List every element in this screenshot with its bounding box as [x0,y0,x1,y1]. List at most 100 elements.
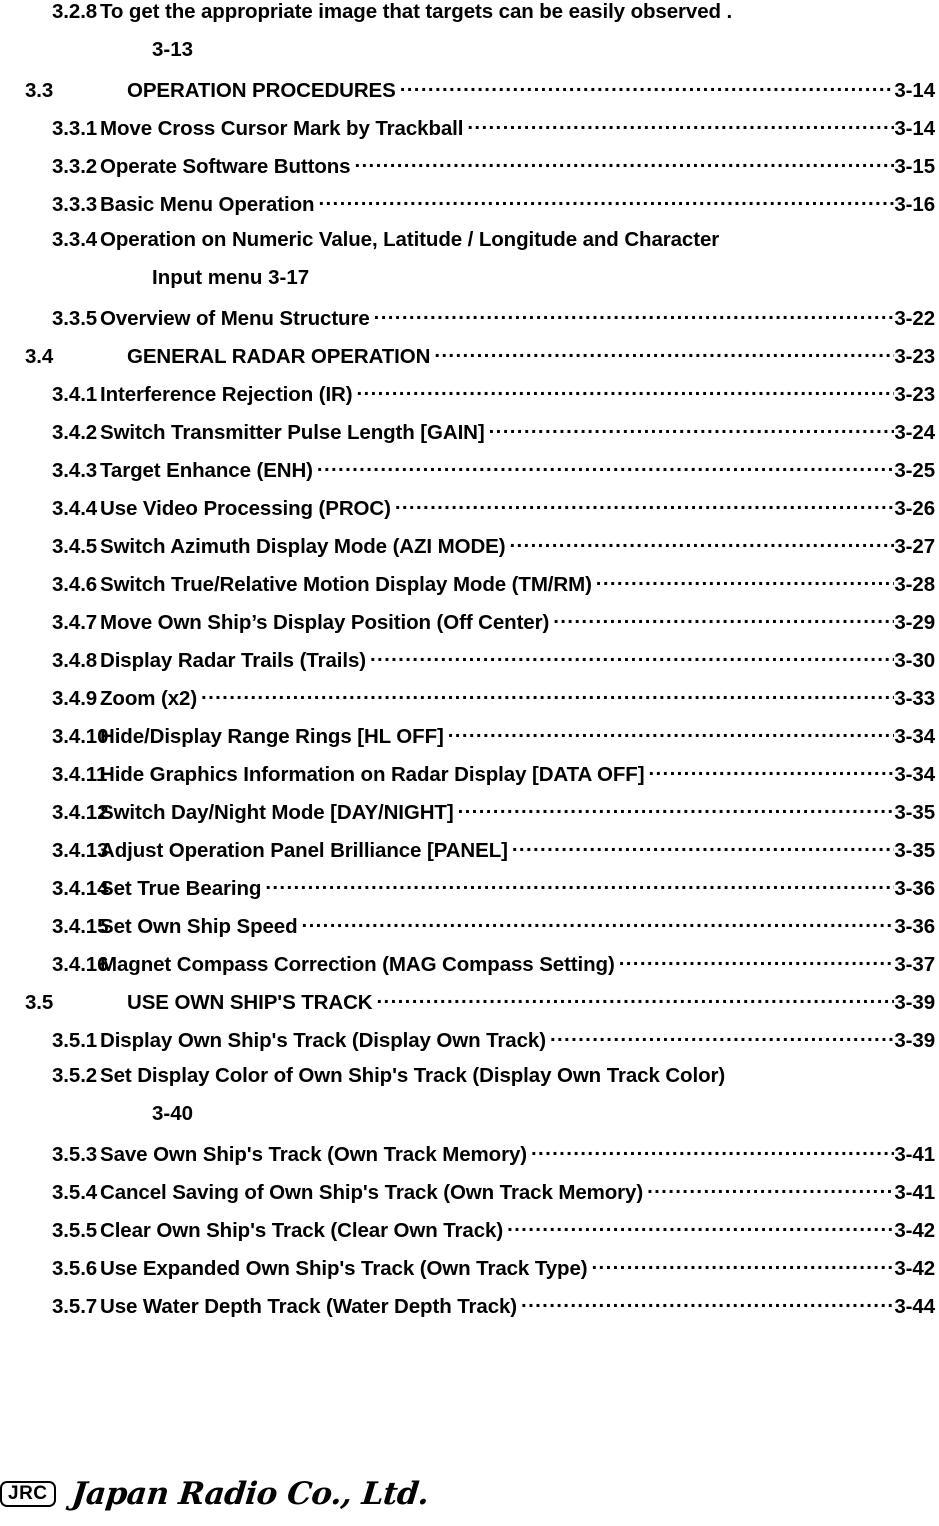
toc-entry-title: Clear Own Ship's Track (Clear Own Track) [100,1218,504,1242]
toc-entry-page-number: 3-15 [894,154,935,178]
toc-entry-number: 3.4.5 [52,534,98,558]
toc-entry-number: 3.4.10 [52,724,109,748]
toc-entry-number: 3.3.3 [52,192,98,216]
toc-entry[interactable]: 3.2.8 To get the appropriate image that t… [0,0,939,38]
toc-entry[interactable]: 3.4.4 Use Video Processing (PROC) .......… [0,494,939,532]
toc-entry-page-number: 3-28 [894,572,935,596]
toc-entry[interactable]: 3.4.2 Switch Transmitter Pulse Length [GA… [0,418,939,456]
toc-entry[interactable]: 3.4 GENERAL RADAR OPERATION .............… [0,342,939,380]
toc-entry-page-number: 3-41 [894,1142,935,1166]
toc-entry-page-number: 3-22 [894,306,935,330]
toc-entry[interactable]: 3.5 USE OWN SHIP'S TRACK ................… [0,988,939,1026]
toc-entry-page-number: 3-27 [894,534,935,558]
toc-entry[interactable]: 3.3 OPERATION PROCEDURES ................… [0,76,939,114]
toc-entry-number: 3.2.8 [52,0,98,23]
toc-entry-number: 3.4.12 [52,800,109,824]
toc-entry[interactable]: 3.5.7 Use Water Depth Track (Water Depth … [0,1292,939,1330]
toc-entry[interactable]: 3.5.1 Display Own Ship's Track (Display O… [0,1026,939,1064]
toc-entry-title: Basic Menu Operation [100,192,315,216]
toc-entry-page-number: 3-24 [894,420,935,444]
toc-entry-title: Set Display Color of Own Ship's Track (D… [100,1064,726,1087]
toc-entry-title: Set True Bearing [100,876,262,900]
toc-entry[interactable]: 3.4.1 Interference Rejection (IR) .......… [0,380,939,418]
toc-dot-leader: ........................................… [376,988,894,1008]
toc-entry-number: 3.5.3 [52,1142,98,1166]
toc-entry-title: Switch Day/Night Mode [DAY/NIGHT] [100,800,454,824]
toc-entry-number: 3.4.14 [52,876,109,900]
toc-continuation-text: Input menu 3-17 [152,266,310,289]
toc-entry-page-number: 3-30 [894,648,935,672]
toc-entry[interactable]: 3.4.14 Set True Bearing .................… [0,874,939,912]
toc-entry[interactable]: 3.3.4 Operation on Numeric Value, Latitud… [0,228,939,266]
toc-entry[interactable]: 3.4.9 Zoom (x2) .........................… [0,684,939,722]
toc-entry-number: 3.4.1 [52,382,98,406]
toc-entry-title: To get the appropriate image that target… [100,0,733,23]
toc-entry[interactable]: 3.4.8 Display Radar Trails (Trails) .....… [0,646,939,684]
toc-entry-number: 3.3.5 [52,306,98,330]
toc-entry-number: 3.4.9 [52,686,98,710]
toc-entry-title: Use Video Processing (PROC) [100,496,391,520]
toc-dot-leader: ........................................… [356,380,894,400]
toc-entry-number: 3.3 [25,78,54,102]
toc-entry-number: 3.5 [25,990,54,1014]
toc-entry[interactable]: 3.5.4 Cancel Saving of Own Ship's Track (… [0,1178,939,1216]
toc-entry[interactable]: 3.4.16 Magnet Compass Correction (MAG Com… [0,950,939,988]
toc-entry[interactable]: 3.4.13 Adjust Operation Panel Brilliance … [0,836,939,874]
toc-dot-leader: ........................................… [509,532,895,552]
toc-entry[interactable]: 3.5.3 Save Own Ship's Track (Own Track Me… [0,1140,939,1178]
toc-entry-title: GENERAL RADAR OPERATION [127,344,431,368]
toc-entry-continuation: 3-40 [0,1102,939,1140]
toc-dot-leader: ........................................… [467,114,894,134]
toc-entry-page-number: 3-14 [894,116,935,140]
toc-entry[interactable]: 3.4.12 Switch Day/Night Mode [DAY/NIGHT] … [0,798,939,836]
toc-entry-title: Use Expanded Own Ship's Track (Own Track… [100,1256,588,1280]
toc-dot-leader: ........................................… [647,1178,894,1198]
toc-dot-leader: ........................................… [301,912,895,932]
toc-entry-number: 3.5.4 [52,1180,98,1204]
toc-entry-title: Interference Rejection (IR) [100,382,353,406]
toc-entry-number: 3.5.7 [52,1294,98,1318]
toc-entry-title: Move Cross Cursor Mark by Trackball [100,116,464,140]
toc-entry[interactable]: 3.4.5 Switch Azimuth Display Mode (AZI MO… [0,532,939,570]
toc-entry[interactable]: 3.4.3 Target Enhance (ENH) ..............… [0,456,939,494]
toc-entry[interactable]: 3.3.3 Basic Menu Operation ..............… [0,190,939,228]
toc-entry-continuation: Input menu 3-17 [0,266,939,304]
toc-entry-page-number: 3-39 [894,990,935,1014]
toc-entry[interactable]: 3.5.6 Use Expanded Own Ship's Track (Own … [0,1254,939,1292]
toc-dot-leader: ........................................… [434,342,894,362]
toc-dot-leader: ........................................… [373,304,895,324]
toc-entry-number: 3.4 [25,344,54,368]
toc-entry[interactable]: 3.4.6 Switch True/Relative Motion Display… [0,570,939,608]
toc-entry[interactable]: 3.3.2 Operate Software Buttons .........… [0,152,939,190]
toc-dot-leader: ........................................… [265,874,894,894]
toc-entry-page-number: 3-35 [894,800,935,824]
toc-entry-title: Magnet Compass Correction (MAG Compass S… [100,952,615,976]
toc-entry-page-number: 3-29 [894,610,935,634]
toc-entry[interactable]: 3.3.5 Overview of Menu Structure ........… [0,304,939,342]
toc-continuation-text: 3-13 [152,38,194,61]
toc-dot-leader: ........................................… [370,646,894,666]
toc-entry[interactable]: 3.5.2 Set Display Color of Own Ship's Tra… [0,1064,939,1102]
toc-dot-leader: ........................................… [399,76,895,96]
toc-entry-number: 3.4.15 [52,914,109,938]
toc-entry-page-number: 3-44 [894,1294,935,1318]
toc-entry-page-number: 3-34 [894,762,935,786]
toc-entry-number: 3.5.6 [52,1256,98,1280]
toc-entry[interactable]: 3.4.10 Hide/Display Range Rings [HL OFF] … [0,722,939,760]
toc-entry-number: 3.4.7 [52,610,98,634]
toc-entry[interactable]: 3.3.1 Move Cross Cursor Mark by Trackball… [0,114,939,152]
toc-entry-title: Switch Transmitter Pulse Length [GAIN] [100,420,485,444]
toc-entry[interactable]: 3.4.15 Set Own Ship Speed ...............… [0,912,939,950]
toc-dot-leader: ........................................… [316,456,895,476]
toc-entry[interactable]: 3.4.11 Hide Graphics Information on Radar… [0,760,939,798]
toc-entry-number: 3.5.1 [52,1028,98,1052]
toc-dot-leader: ........................................… [457,798,895,818]
toc-dot-leader: ........................................… [394,494,895,514]
toc-dot-leader: ........................................… [354,152,894,172]
toc-entry[interactable]: 3.4.7 Move Own Ship’s Display Position (O… [0,608,939,646]
toc-entry-page-number: 3-42 [894,1256,935,1280]
toc-dot-leader: ........................................… [618,950,895,970]
toc-continuation-text: 3-40 [152,1102,194,1125]
toc-entry[interactable]: 3.5.5 Clear Own Ship's Track (Clear Own T… [0,1216,939,1254]
toc-dot-leader: ........................................… [201,684,894,704]
